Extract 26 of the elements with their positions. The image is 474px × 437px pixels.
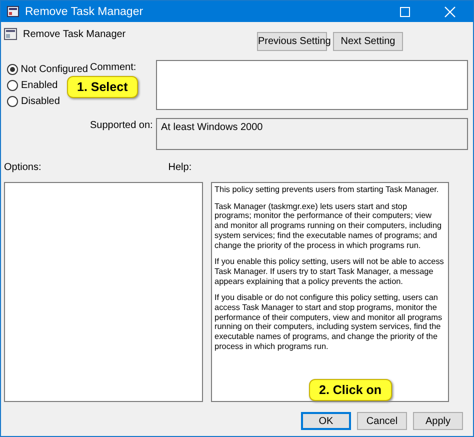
policy-icon <box>4 28 17 40</box>
policy-icon <box>7 6 19 17</box>
callout: 2. Click on <box>309 379 392 401</box>
help-paragraph: If you disable or do not configure this policy setting, users can access Task Manager to start and stop programs, monitor the performance of their computers, view and monitor all programs running on their computers, including system services, find the executable names of programs, and change the priority of the process in which programs run. <box>214 293 444 352</box>
dialog-button[interactable]: OK <box>301 412 351 430</box>
policy-title: Remove Task Manager <box>23 29 126 40</box>
dialog-button[interactable]: Apply <box>413 412 463 430</box>
radio-label[interactable]: Disabled <box>21 96 60 107</box>
help-label: Help: <box>168 162 192 175</box>
radio-label[interactable]: Enabled <box>21 80 58 91</box>
help-paragraph: If you enable this policy setting, users will not be able to access Task Manager. If users try to start Task Manager, a message appears explaining that a policy prevents the action. <box>214 257 445 286</box>
help-paragraph: Task Manager (taskmgr.exe) lets users start and stop programs; monitor the performance of their computers; view and monitor all programs running on their computers, including system services; find the executable names of programs; and change the priority of the process in which programs run. <box>214 202 443 250</box>
help-paragraph: This policy setting prevents users from starting Task Manager. <box>214 185 440 195</box>
radio-button[interactable] <box>7 64 18 75</box>
dialog-button[interactable]: Cancel <box>357 412 407 430</box>
comment-field[interactable] <box>156 60 468 110</box>
comment-label: Comment: <box>90 62 138 73</box>
radio-button[interactable] <box>7 80 18 91</box>
supported-on-label: Supported on: <box>90 120 154 131</box>
radio-label[interactable]: Not Configured <box>20 64 88 75</box>
callout: 1. Select <box>67 76 138 98</box>
radio-button[interactable] <box>7 96 18 107</box>
supported-on-field: At least Windows 2000 <box>156 118 468 150</box>
window-title: Remove Task Manager <box>25 6 144 18</box>
setting-nav-button[interactable]: Next Setting <box>333 32 403 51</box>
options-label: Options: <box>4 162 42 175</box>
